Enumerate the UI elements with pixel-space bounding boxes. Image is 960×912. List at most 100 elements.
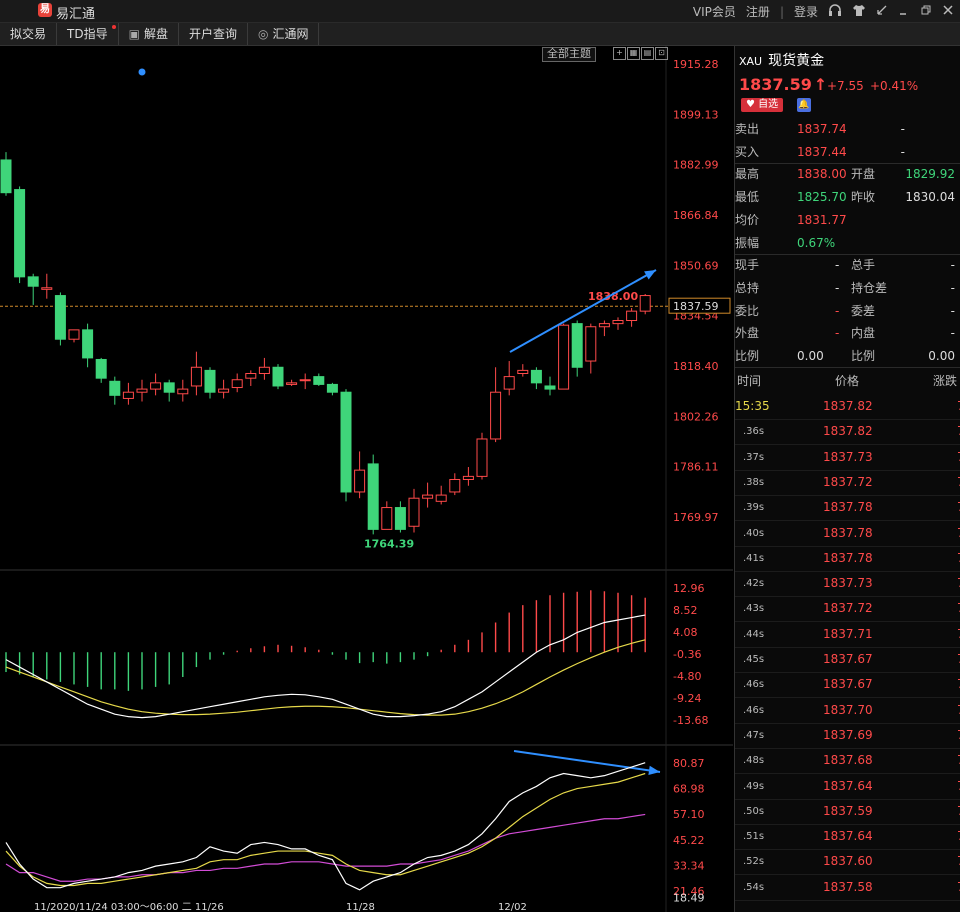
register-link[interactable]: 注册 (746, 3, 770, 20)
kdj-tick-label: 57.10 (673, 808, 705, 821)
candle-body (14, 189, 26, 278)
quote-row: 现手 - 总手 - (735, 254, 960, 276)
current-price-value: 1837.59 (739, 75, 812, 94)
tick-row: .38s1837.727.68↑ (735, 470, 960, 496)
minimize-icon[interactable] (876, 4, 888, 19)
candle-body (598, 323, 610, 328)
candle-body (394, 507, 406, 530)
kdj-j-line (5, 813, 646, 882)
quote-row: 外盘 - 内盘 - (735, 322, 960, 344)
header-time: 时间 (737, 374, 762, 388)
swirl-icon: ◎ (257, 27, 269, 41)
grid-icon[interactable]: ▦ (627, 47, 640, 60)
tick-row: .37s1837.737.69↑ (735, 445, 960, 471)
chart-area[interactable]: 1915.28 1899.13 1882.99 1866.84 1850.69 1834.… (0, 46, 733, 912)
toolbar-account-query[interactable]: 开户查询 (179, 23, 248, 45)
price-tick-label: 1915.28 (673, 58, 719, 71)
candle-body (326, 383, 338, 393)
headset-icon[interactable] (828, 3, 842, 20)
quote-value-2: 1829.92 (905, 167, 955, 182)
candle-body (517, 369, 529, 375)
crosshair-icon[interactable]: + (613, 47, 626, 60)
add-favorite-button[interactable]: ♥ 自选 (741, 98, 784, 112)
price-tick-label: 1786.11 (673, 461, 719, 474)
quote-label: 现手 (735, 258, 760, 273)
tick-row: .41s1837.787.74↑ (735, 546, 960, 572)
candle-body (354, 469, 366, 493)
tick-row: .43s1837.727.68↑ (735, 596, 960, 623)
tick-row: .45s1837.677.63↑ (735, 647, 960, 673)
maximize-icon[interactable] (920, 4, 932, 19)
toolbar-td-guide[interactable]: TD指导 (57, 23, 119, 45)
toolbar-label: 解盘 (143, 27, 168, 41)
tick-row: .54s1837.587.54↑ (735, 875, 960, 901)
macd-tick-label: -4.80 (673, 670, 701, 683)
quote-label: 买入 (735, 144, 760, 159)
vip-link[interactable]: VIP会员 (693, 3, 736, 20)
toolbar-label: TD指导 (67, 27, 108, 41)
quote-panel: XAU 现货黄金 1837.59 ↑ +7.55 +0.41% ♥ 自选 🔔 卖出 1… (734, 46, 960, 912)
tick-price: 1837.78 (823, 550, 873, 565)
price-change: +7.55 (827, 79, 864, 93)
candle-body (286, 382, 298, 385)
kdj-tick-label: 45.22 (673, 834, 705, 847)
alert-bell-icon[interactable]: 🔔 (797, 98, 811, 112)
x-axis-label: 12/02 (498, 902, 527, 912)
toolbar-fx678[interactable]: ◎ 汇通网 (248, 23, 320, 45)
quote-value-2: - (950, 326, 955, 341)
tick-price: 1837.72 (823, 474, 873, 489)
quote-label: 比例 (735, 349, 760, 363)
candle-body (408, 497, 420, 527)
tick-row: .49s1837.647.60↑ (735, 774, 960, 800)
candle-body (299, 379, 311, 382)
toolbar-simulated-trade[interactable]: 拟交易 (0, 23, 58, 45)
toolbar-label: 开户查询 (188, 27, 237, 41)
tick-row: .48s1837.687.64↑ (735, 748, 960, 775)
candle-body (82, 329, 94, 359)
divider (735, 367, 960, 368)
quote-label: 均价 (735, 212, 760, 227)
macd-tick-label: -0.36 (673, 648, 701, 661)
up-arrow-icon: ↑ (813, 75, 828, 94)
tick-time: .48s (743, 755, 765, 767)
quote-row: 委比 - 委差 - (735, 300, 960, 322)
tick-row: .46s1837.707.66↑ (735, 698, 960, 724)
chat-icon: ▣ (128, 27, 140, 41)
toolbar-analysis[interactable]: ▣ 解盘 (119, 23, 179, 45)
trend-arrow-divergence-head (648, 765, 660, 776)
tick-row: .51s1837.647.60↑ (735, 824, 960, 851)
zoom-icon[interactable]: ⊡ (655, 47, 668, 60)
tick-table-header: 时间 价格 涨跌 (735, 370, 960, 392)
kline-chart[interactable]: 1915.281899.131882.991866.841850.691834.… (0, 46, 733, 912)
quote-row: 买入 1837.44 - (735, 141, 960, 163)
login-link[interactable]: 登录 (794, 3, 818, 20)
tick-row: .36s1837.827.78↑ (735, 419, 960, 446)
price-tick-label: 1882.99 (673, 159, 719, 172)
price-tick-label: 1899.13 (673, 108, 719, 121)
tick-row: .40s1837.787.74↑ (735, 521, 960, 547)
tick-price: 1837.60 (823, 854, 873, 869)
shirt-icon[interactable] (852, 4, 866, 20)
quote-row: 比例 0.00 比例 0.00 (735, 345, 960, 367)
restore-icon[interactable] (898, 4, 910, 19)
candle-body (462, 475, 474, 480)
quote-label: 外盘 (735, 326, 760, 341)
quote-row: 卖出 1837.74 - (735, 118, 960, 140)
candle-body (272, 366, 284, 387)
window-icon[interactable]: ▤ (641, 47, 654, 60)
instrument-symbol: XAU (739, 55, 763, 68)
quote-value: 1837.74 (797, 122, 847, 136)
quote-value: - (835, 258, 840, 273)
candle-body (190, 366, 202, 387)
instrument-title: XAU 现货黄金 (739, 50, 824, 70)
close-icon[interactable] (942, 4, 954, 19)
quote-label: 总持 (735, 280, 760, 295)
candle-body (571, 323, 583, 368)
tick-price: 1837.64 (823, 829, 873, 844)
tick-time: .45s (743, 654, 765, 665)
quote-value: 1837.44 (797, 144, 847, 159)
tick-price: 1837.73 (823, 576, 873, 591)
tick-time: .41s (743, 552, 765, 564)
theme-select-button[interactable]: 全部主题 (542, 47, 596, 62)
tick-time: .43s (743, 603, 765, 615)
